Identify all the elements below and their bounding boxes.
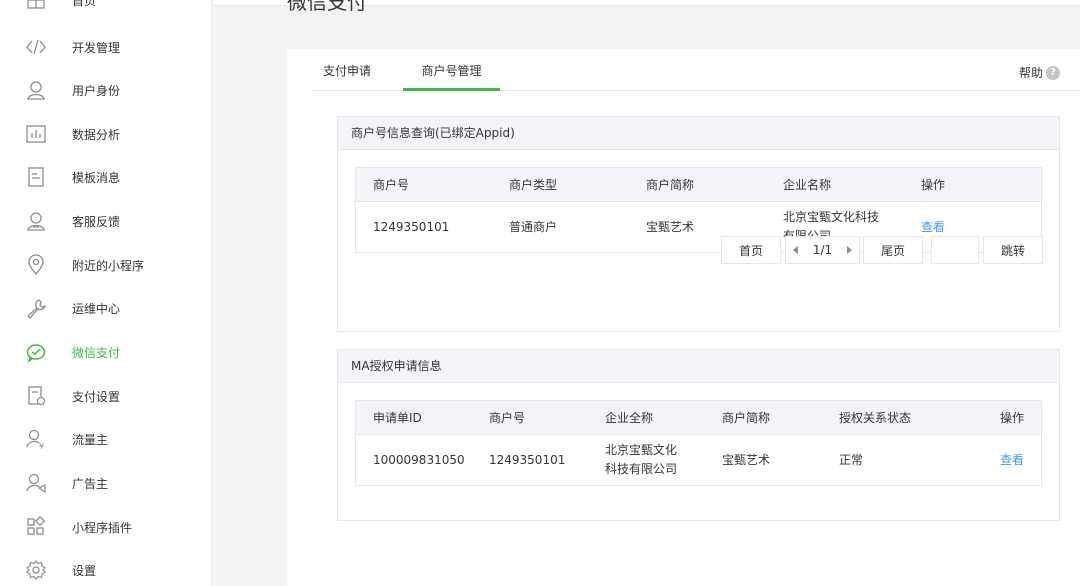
sidebar-item-nearby[interactable]: 附近的小程序: [0, 243, 212, 287]
table-header: 商户号 商户类型 商户简称 企业名称 操作: [356, 168, 1041, 202]
page-title: 微信支付: [287, 0, 367, 14]
page-number: 1/1: [812, 243, 833, 257]
page-jump-input[interactable]: [931, 236, 979, 264]
status-cell: 正常: [839, 452, 864, 467]
sidebar-item-label: 首页: [72, 0, 97, 8]
sidebar-item-settings[interactable]: 设置: [0, 548, 212, 586]
help-label: 帮助: [1018, 66, 1043, 80]
traffic-owner-icon: ¥: [25, 428, 47, 450]
page-indicator: 1/1: [785, 236, 860, 264]
customer-service-icon: [25, 210, 47, 232]
company-name-line: 北京宝甄文化: [605, 443, 678, 457]
gear-icon: [25, 559, 47, 581]
sidebar-item-home[interactable]: 首页: [0, 0, 212, 22]
company-name-line: 北京宝甄文化科技: [783, 210, 880, 224]
help-link[interactable]: 帮助 ?: [1019, 64, 1060, 81]
merchant-id-cell: 1249350101: [489, 452, 566, 467]
company-full-name-cell: 北京宝甄文化 科技有限公司: [605, 435, 677, 485]
sidebar-item-label: 模板消息: [72, 170, 121, 185]
column-header: 操作: [921, 178, 946, 192]
location-pin-icon: [25, 254, 47, 276]
section-title: MA授权申请信息: [338, 350, 1059, 383]
sidebar-item-label: 支付设置: [72, 389, 121, 404]
sidebar-item-feedback[interactable]: 客服反馈: [0, 199, 212, 243]
column-header: 商户号: [489, 411, 526, 425]
user-icon: [25, 79, 47, 101]
question-icon: ?: [1046, 65, 1060, 80]
sidebar-item-wechat-pay[interactable]: 微信支付: [0, 330, 212, 374]
pagination: 首页 1/1 尾页 跳转: [338, 236, 1061, 264]
wechat-pay-icon: [25, 341, 47, 363]
sidebar-item-traffic[interactable]: ¥ 流量主: [0, 417, 212, 461]
sidebar-item-analytics[interactable]: 数据分析: [0, 112, 212, 156]
sidebar-item-label: 附近的小程序: [72, 258, 145, 273]
column-header: 企业名称: [783, 178, 832, 192]
advertiser-icon: [25, 472, 47, 494]
apply-id-cell: 100009831050: [373, 452, 465, 467]
main-panel: 支付申请 商户号管理 帮助 ? 商户号信息查询(已绑定Appid) 商户号 商户…: [287, 49, 1080, 586]
column-header: 商户简称: [722, 411, 771, 425]
sidebar-item-label: 数据分析: [72, 127, 121, 142]
sidebar-item-plugins[interactable]: 小程序插件: [0, 505, 212, 549]
merchant-info-section: 商户号信息查询(已绑定Appid) 商户号 商户类型 商户简称 企业名称 操作 …: [337, 116, 1060, 332]
section-title: 商户号信息查询(已绑定Appid): [338, 117, 1059, 150]
tab-bar: 支付申请 商户号管理 帮助 ?: [312, 49, 1080, 91]
ma-auth-table: 申请单ID 商户号 企业全称 商户简称 授权关系状态 操作 1000098310…: [355, 400, 1042, 486]
column-header: 商户类型: [509, 178, 558, 192]
wrench-icon: [25, 297, 47, 319]
sidebar-item-dev[interactable]: 开发管理: [0, 25, 212, 69]
sidebar: 首页 开发管理 用户身份 数据分析 模板消息 客服反馈 附近的小程序 运维中心 …: [0, 0, 212, 586]
svg-text:¥: ¥: [39, 442, 44, 450]
jump-button[interactable]: 跳转: [983, 236, 1043, 264]
ma-auth-section: MA授权申请信息 申请单ID 商户号 企业全称 商户简称 授权关系状态 操作 1…: [337, 349, 1060, 521]
sidebar-item-label: 设置: [72, 563, 97, 578]
sidebar-item-label: 小程序插件: [72, 520, 133, 535]
sidebar-item-ops[interactable]: 运维中心: [0, 286, 212, 330]
sidebar-item-label: 用户身份: [72, 83, 121, 98]
column-header: 商户号: [373, 178, 410, 192]
first-page-button[interactable]: 首页: [721, 236, 781, 264]
sidebar-item-label: 开发管理: [72, 40, 121, 55]
grid-icon: [25, 0, 47, 11]
document-icon: [25, 166, 47, 188]
table-header: 申请单ID 商户号 企业全称 商户简称 授权关系状态 操作: [356, 401, 1041, 435]
column-header: 授权关系状态: [839, 411, 912, 425]
sidebar-item-label: 流量主: [72, 432, 109, 447]
code-icon: [25, 36, 47, 58]
tab-payment-apply[interactable]: 支付申请: [312, 49, 382, 91]
sidebar-item-template-msg[interactable]: 模板消息: [0, 155, 212, 199]
column-header: 企业全称: [605, 411, 654, 425]
next-page-icon[interactable]: [847, 246, 852, 254]
column-header: 操作: [1000, 411, 1025, 425]
sidebar-item-label: 广告主: [72, 476, 109, 491]
sidebar-item-user-identity[interactable]: 用户身份: [0, 68, 212, 112]
sidebar-item-label: 客服反馈: [72, 214, 121, 229]
column-header: 申请单ID: [373, 411, 422, 425]
short-name-cell: 宝甄艺术: [722, 452, 771, 467]
plugin-icon: [25, 516, 47, 538]
sidebar-item-advertiser[interactable]: 广告主: [0, 461, 212, 505]
view-link[interactable]: 查看: [1000, 435, 1024, 485]
company-name-line: 科技有限公司: [605, 462, 678, 476]
sidebar-item-pay-settings[interactable]: 支付设置: [0, 374, 212, 418]
last-page-button[interactable]: 尾页: [863, 236, 923, 264]
sidebar-item-label: 运维中心: [72, 301, 121, 316]
column-header: 商户简称: [646, 178, 695, 192]
prev-page-icon[interactable]: [793, 246, 798, 254]
table-row: 100009831050 1249350101 北京宝甄文化 科技有限公司 宝甄…: [356, 435, 1041, 485]
bar-chart-icon: [25, 123, 47, 145]
sidebar-item-label: 微信支付: [72, 345, 121, 360]
payment-settings-icon: [25, 385, 47, 407]
tab-merchant-management[interactable]: 商户号管理: [403, 49, 500, 91]
